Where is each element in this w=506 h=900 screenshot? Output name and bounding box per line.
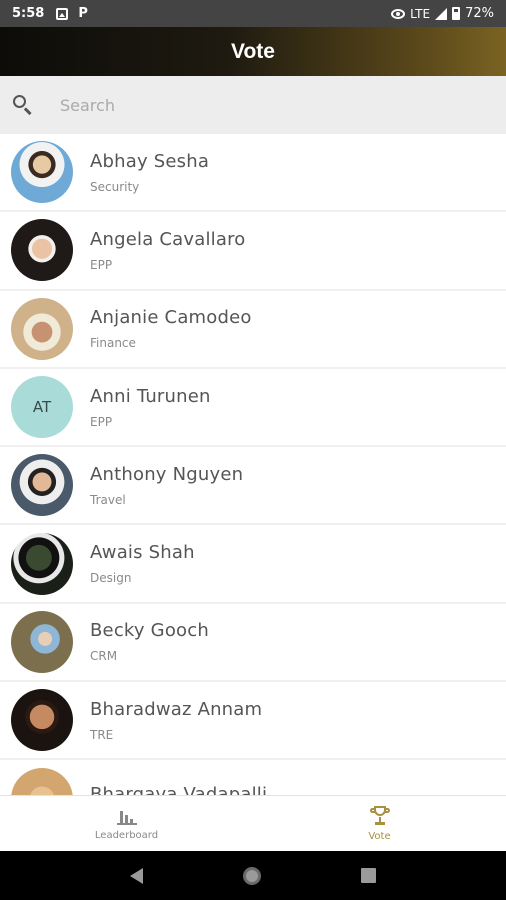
nav-label: Leaderboard: [94, 829, 159, 841]
list-item[interactable]: Becky Gooch CRM: [0, 603, 506, 683]
person-name: Bharadwaz Annam: [90, 698, 263, 720]
list-item[interactable]: Anthony Nguyen Travel: [0, 447, 506, 526]
search-bar: [0, 76, 506, 134]
avatar: [11, 141, 73, 204]
bar-chart-icon: [116, 807, 137, 825]
page-title: Vote: [231, 39, 275, 63]
image-notification-icon: [56, 7, 69, 20]
battery-percent: 72%: [465, 6, 494, 21]
list-item[interactable]: AT Anni Turunen EPP: [0, 368, 506, 448]
list-item[interactable]: Bharadwaz Annam TRE: [0, 682, 506, 761]
avatar: [11, 532, 73, 595]
home-icon[interactable]: [243, 866, 261, 885]
signal-icon: [435, 7, 448, 20]
trophy-icon: [369, 805, 390, 826]
person-name: Bhargava Vadapalli: [90, 784, 268, 795]
person-name: Becky Gooch: [90, 620, 209, 642]
nav-label: Vote: [368, 830, 391, 842]
list-item[interactable]: Bhargava Vadapalli: [0, 760, 506, 795]
avatar: [11, 219, 73, 282]
eye-icon: [391, 8, 406, 19]
network-type: LTE: [410, 6, 431, 21]
p-notification-icon: P: [78, 6, 88, 21]
list-item[interactable]: Awais Shah Design: [0, 525, 506, 604]
status-time: 5:58: [12, 6, 45, 21]
avatar-initials-text: AT: [32, 398, 52, 417]
people-list: Abhay Sesha Security Angela Cavallaro EP…: [0, 134, 506, 795]
avatar-initials: AT: [11, 376, 73, 439]
battery-icon: [452, 7, 461, 20]
person-department: EPP: [90, 257, 113, 272]
person-department: Finance: [90, 336, 136, 351]
person-department: TRE: [90, 727, 114, 742]
person-department: EPP: [90, 414, 113, 429]
system-nav-bar: [0, 851, 506, 900]
person-department: CRM: [90, 649, 118, 664]
person-department: Security: [90, 179, 140, 194]
list-item[interactable]: Abhay Sesha Security: [0, 134, 506, 213]
search-icon: [12, 94, 34, 116]
person-name: Anjanie Camodeo: [90, 307, 252, 329]
list-item[interactable]: Anjanie Camodeo Finance: [0, 290, 506, 369]
nav-leaderboard[interactable]: Leaderboard: [0, 796, 253, 851]
person-department: Design: [90, 571, 132, 586]
person-name: Abhay Sesha: [90, 150, 210, 172]
status-bar: 5:58 P LTE 72%: [0, 0, 506, 27]
nav-vote[interactable]: Vote: [253, 796, 506, 851]
avatar: [11, 297, 73, 360]
status-right-group: LTE 72%: [391, 6, 494, 21]
bottom-nav: Leaderboard Vote: [0, 795, 506, 851]
avatar: [11, 454, 73, 517]
app-bar: Vote: [0, 27, 506, 76]
person-name: Anthony Nguyen: [90, 463, 244, 485]
list-item[interactable]: Angela Cavallaro EPP: [0, 212, 506, 291]
avatar: [11, 610, 73, 673]
person-name: Awais Shah: [90, 542, 195, 564]
person-name: Angela Cavallaro: [90, 228, 246, 250]
back-icon[interactable]: [130, 867, 143, 884]
avatar: [11, 767, 73, 795]
recents-icon[interactable]: [361, 868, 376, 883]
search-input[interactable]: [60, 95, 440, 115]
person-name: Anni Turunen: [90, 385, 211, 407]
person-department: Travel: [90, 492, 126, 507]
avatar: [11, 689, 73, 752]
